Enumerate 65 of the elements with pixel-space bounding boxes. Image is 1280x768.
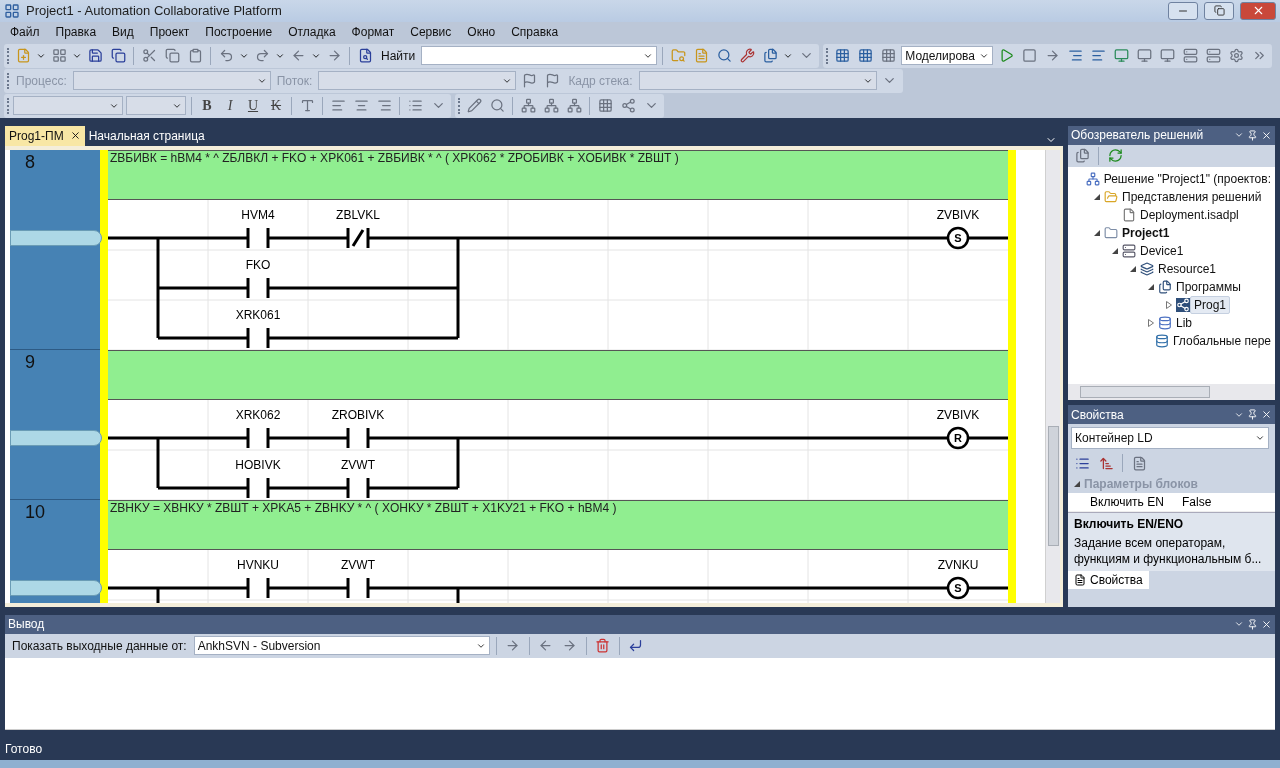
rung-number: 8 xyxy=(25,151,35,173)
contact-label: HVM4 xyxy=(241,207,275,222)
tree-item[interactable]: Project1 xyxy=(1118,223,1174,242)
contact-label: ZVWT xyxy=(341,457,375,472)
object-dropdown[interactable]: Контейнер LD xyxy=(1071,427,1269,450)
format-button[interactable]: U xyxy=(243,97,263,114)
tree-item[interactable]: Deployment.isadpl xyxy=(1136,205,1243,224)
coil-label: ZVBIVK xyxy=(936,407,980,422)
description-text: Задание всем операторам, функциям и функциональным б... xyxy=(1074,535,1263,568)
menu-item[interactable]: Построение xyxy=(197,24,281,39)
tree-item[interactable]: Lib xyxy=(1172,313,1196,332)
format-button[interactable]: B xyxy=(197,97,217,114)
menu-item[interactable]: Формат xyxy=(343,24,403,39)
tree-item[interactable]: Device1 xyxy=(1136,241,1188,260)
contact-label: HOBIVK xyxy=(235,457,281,472)
contact-label: ZVWT xyxy=(341,557,375,572)
rung-number: 9 xyxy=(25,351,35,373)
mode-dropdown[interactable]: Моделирова xyxy=(901,46,994,66)
format-button[interactable]: K xyxy=(266,97,286,114)
source-dropdown[interactable]: AnkhSVN - Subversion xyxy=(193,636,490,656)
thread-label: Поток: xyxy=(275,73,314,88)
coil-label: ZVBIVK xyxy=(936,207,980,222)
coil-letter: S xyxy=(954,231,962,244)
rung-number: 10 xyxy=(25,501,46,523)
contact-label: XRK062 xyxy=(235,407,281,422)
document-tab[interactable]: Начальная страница xyxy=(84,125,209,146)
menu-item[interactable]: Справка xyxy=(503,24,567,39)
rung-comment[interactable]: ZBHKУ = XBHKУ * ZBШТ + XPKA5 + ZBHKУ * ^ ( XOHKУ * ZBШТ + X1KУ21 + FKO + hBM4 ) xyxy=(108,499,1008,550)
panel-title: Вывод xyxy=(8,617,46,632)
coil-letter: R xyxy=(954,431,962,444)
contact-label: FKO xyxy=(245,257,271,272)
coil-label: ZVNKU xyxy=(937,557,979,572)
contact-label: HVNKU xyxy=(237,557,279,572)
property-value[interactable]: False xyxy=(1178,495,1212,510)
menu-item[interactable]: Правка xyxy=(47,24,105,39)
panel-title: Свойства xyxy=(1071,407,1125,422)
tree-item[interactable]: Программы xyxy=(1172,277,1245,296)
process-label: Процесс: xyxy=(15,73,68,88)
contact-label: ZBLVKL xyxy=(336,207,380,222)
description-title: Включить EN/ENO xyxy=(1074,517,1185,532)
stack-frame-label: Кадр стека: xyxy=(567,73,634,88)
tree-item[interactable]: Представления решений xyxy=(1118,187,1266,206)
format-button[interactable]: I xyxy=(220,97,240,114)
coil-letter: S xyxy=(954,581,962,594)
source-label: Показать выходные данные от: xyxy=(11,638,188,653)
menu-item[interactable]: Вид xyxy=(104,24,142,39)
status-text: Готово xyxy=(4,741,44,759)
menu-item[interactable]: Отладка xyxy=(280,24,344,39)
panel-title: Обозреватель решений xyxy=(1071,128,1205,143)
tree-item[interactable]: Prog1 xyxy=(1190,295,1231,314)
window-title: Project1 - Automation Collaborative Platform xyxy=(26,3,283,19)
menu-item[interactable]: Файл xyxy=(2,24,48,39)
properties-tab[interactable]: Свойства xyxy=(1068,571,1149,590)
property-name[interactable]: Включить EN xyxy=(1068,495,1178,510)
menu-item[interactable]: Проект xyxy=(141,24,198,39)
menu-item[interactable]: Сервис xyxy=(402,24,460,39)
contact-label: ZROBIVK xyxy=(331,407,385,422)
tree-item[interactable]: Глобальные пере xyxy=(1169,331,1275,350)
menu-item[interactable]: Окно xyxy=(459,24,504,39)
tree-item[interactable]: Решение "Project1" (проектов: xyxy=(1099,169,1275,188)
find-label: Найти xyxy=(380,48,417,63)
document-tab[interactable]: Prog1-ПМ xyxy=(5,125,85,146)
tree-item[interactable]: Resource1 xyxy=(1154,259,1221,278)
rung-comment[interactable]: ZBБИВК = hBM4 * ^ ZБЛВКЛ + FKO + XPK061 + ZBБИВК * ^ ( XPK062 * ZPOБИВК + XOБИВК * ZBШТ ) xyxy=(108,149,1008,200)
contact-label: XRK061 xyxy=(235,307,281,322)
